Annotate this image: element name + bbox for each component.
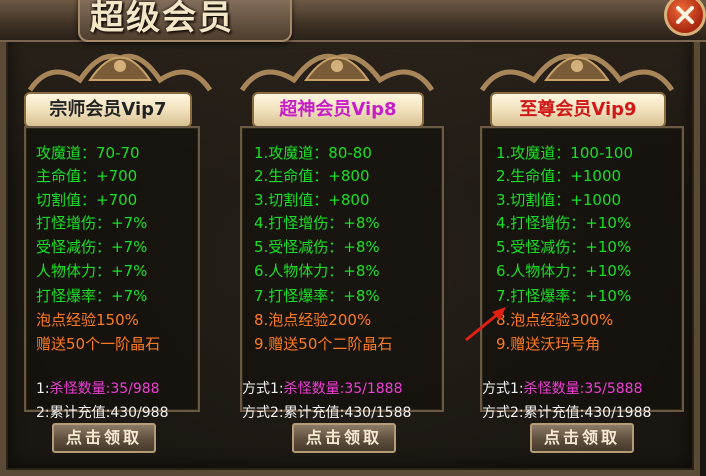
stat-line: 泡点经验150% [36,311,139,329]
stat-line: 赠送50个一阶晶石 [36,335,161,353]
stat-line: 受怪减伤：+7% [36,238,148,256]
stat-line: 攻魔道：70-70 [36,144,140,162]
condition-kill: 1:杀怪数量:35/988 [36,381,160,397]
stat-line: 人物体力：+7% [36,262,148,280]
dragon-crest-icon [472,40,682,96]
panel-title: 至尊会员Vip9 [490,92,666,128]
stat-line: 6.人物体力：+8% [254,262,380,280]
condition-recharge: 方式2:累计充值:430/1988 [482,405,652,421]
stat-line: 7.打怪爆率：+10% [496,287,632,305]
stat-line: 1.攻魔道：100-100 [496,144,633,162]
red-arrow-icon [465,307,506,342]
stat-line: 8.泡点经验300% [496,311,614,329]
stat-line: 2.生命值：+800 [254,167,370,185]
vip7-panel: 宗师会员Vip7 攻魔道：70-70 主命值：+700 切割值：+700 打怪增… [0,40,222,476]
dragon-crest-icon [232,40,442,96]
stat-line: 打怪增伤：+7% [36,214,148,232]
condition-recharge: 方式2:累计充值:430/1588 [242,405,412,421]
stat-line: 主命值：+700 [36,167,138,185]
stat-line: 8.泡点经验200% [254,311,372,329]
vip9-panel: 至尊会员Vip9 1.攻魔道：100-100 2.生命值：+1000 3.切割值… [472,40,694,476]
panel-title: 超神会员Vip8 [252,92,424,128]
close-icon [676,6,694,24]
claim-button[interactable]: 点击领取 [530,423,634,453]
stat-line: 7.打怪爆率：+8% [254,287,380,305]
stat-line: 2.生命值：+1000 [496,167,622,185]
claim-button[interactable]: 点击领取 [292,423,396,453]
stat-line: 打怪爆率：+7% [36,287,148,305]
stat-line: 3.切割值：+800 [254,191,370,209]
condition-recharge: 2:累计充值:430/988 [36,405,169,421]
dragon-crest-icon [20,40,220,96]
stat-line: 切割值：+700 [36,191,138,209]
condition-kill: 方式1:杀怪数量:35/5888 [482,381,643,397]
stat-line: 5.受怪减伤：+8% [254,238,380,256]
stat-line: 3.切割值：+1000 [496,191,622,209]
stat-line: 4.打怪增伤：+8% [254,214,380,232]
stat-line: 6.人物体力：+10% [496,262,632,280]
panel-title: 宗师会员Vip7 [24,92,192,128]
stat-line: 4.打怪增伤：+10% [496,214,632,232]
window-title: 超级会员 [90,0,234,38]
vip8-panel: 超神会员Vip8 1.攻魔道：80-80 2.生命值：+800 3.切割值：+8… [232,40,454,476]
stat-line: 1.攻魔道：80-80 [254,144,372,162]
stat-line: 9.赠送50个二阶晶石 [254,335,393,353]
stat-line: 5.受怪减伤：+10% [496,238,632,256]
claim-button[interactable]: 点击领取 [52,423,156,453]
condition-kill: 方式1:杀怪数量:35/1888 [242,381,403,397]
